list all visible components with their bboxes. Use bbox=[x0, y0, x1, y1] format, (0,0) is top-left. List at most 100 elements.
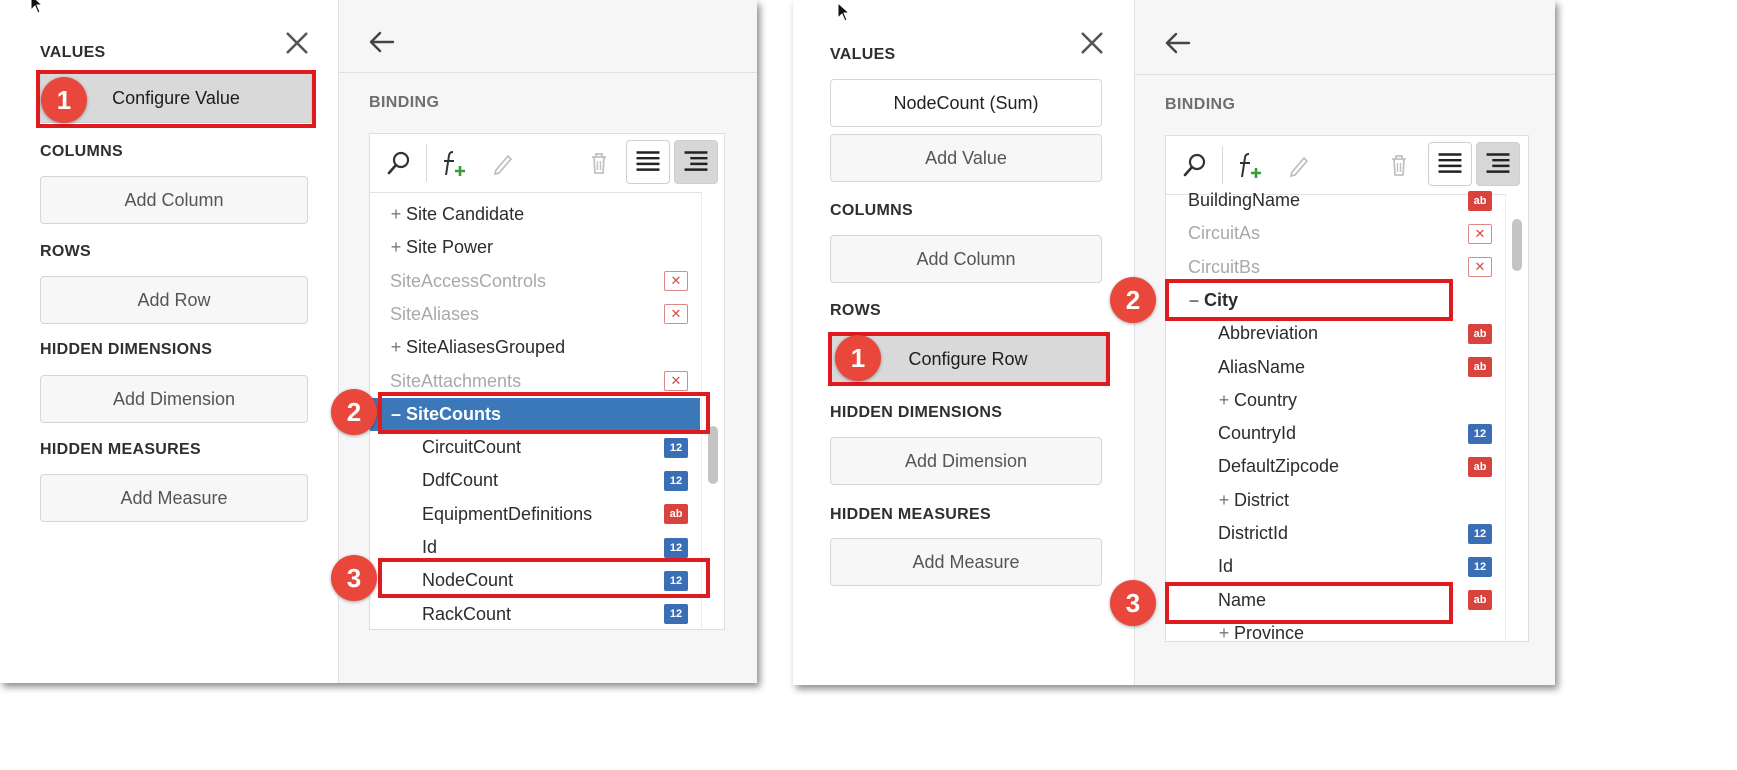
tree-view-toggle[interactable] bbox=[1476, 142, 1520, 186]
tree-item-country[interactable]: + Country bbox=[1166, 384, 1504, 417]
list-icon bbox=[1438, 153, 1462, 173]
hidden-measures-label: HIDDEN MEASURES bbox=[40, 441, 201, 458]
tree-item-abbreviation[interactable]: Abbreviation ab bbox=[1166, 317, 1504, 350]
edit-pencil-icon[interactable] bbox=[1284, 150, 1314, 180]
unavailable-type-icon: ✕ bbox=[664, 271, 688, 292]
add-measure-button[interactable]: Add Measure bbox=[830, 538, 1102, 586]
add-column-button[interactable]: Add Column bbox=[40, 176, 308, 224]
tree-item-defaultzipcode[interactable]: DefaultZipcode ab bbox=[1166, 450, 1504, 483]
tree-item-countryid[interactable]: CountryId 12 bbox=[1166, 417, 1504, 450]
tree-item-label: District bbox=[1234, 489, 1289, 510]
tree-item-id[interactable]: Id 12 bbox=[370, 531, 700, 564]
expand-plus-icon[interactable]: + bbox=[388, 237, 404, 258]
string-type-icon: ab bbox=[1468, 357, 1492, 377]
step-badge-2: 2 bbox=[1110, 277, 1156, 323]
binding-label: BINDING bbox=[369, 94, 440, 111]
rows-label: ROWS bbox=[830, 302, 881, 319]
trash-icon[interactable] bbox=[1384, 150, 1414, 180]
tree-item-label: SiteAccessControls bbox=[390, 270, 547, 291]
tree-item-name[interactable]: Name ab bbox=[1166, 584, 1504, 617]
expand-plus-icon[interactable]: + bbox=[1216, 623, 1232, 641]
tree-item-site-power[interactable]: + Site Power bbox=[370, 231, 700, 264]
binding-topbar bbox=[339, 0, 757, 73]
tree-item-buildingname[interactable]: BuildingName ab bbox=[1166, 184, 1504, 217]
add-measure-button[interactable]: Add Measure bbox=[40, 474, 308, 522]
trash-icon[interactable] bbox=[584, 148, 614, 178]
tree-item-label: RackCount bbox=[422, 603, 512, 624]
tree-item-label: BuildingName bbox=[1188, 190, 1301, 210]
tree-item-nodecount[interactable]: NodeCount 12 bbox=[370, 564, 700, 597]
tree-item-sitecounts[interactable]: – SiteCounts bbox=[370, 397, 700, 431]
numeric-type-icon: 12 bbox=[664, 470, 688, 491]
expand-plus-icon[interactable]: + bbox=[1216, 490, 1232, 511]
tree-item-district[interactable]: + District bbox=[1166, 484, 1504, 517]
add-function-icon[interactable] bbox=[1236, 150, 1266, 180]
pivot-config-panel: VALUES NodeCount (Sum) Add Value COLUMNS… bbox=[793, 0, 1134, 685]
edit-pencil-icon[interactable] bbox=[488, 148, 518, 178]
field-tree: + Site Candidate + Site Power SiteAccessCont… bbox=[369, 133, 725, 630]
unavailable-type-icon: ✕ bbox=[664, 304, 688, 325]
back-arrow-icon[interactable] bbox=[367, 30, 395, 54]
tree-item-equipmentdefinitions[interactable]: EquipmentDefinitions ab bbox=[370, 498, 700, 531]
tree-item-label: SiteAliasesGrouped bbox=[406, 337, 566, 358]
add-row-button[interactable]: Add Row bbox=[40, 276, 308, 324]
tree-item-circuitas[interactable]: CircuitAs ✕ bbox=[1166, 217, 1504, 250]
step-badge-1: 1 bbox=[41, 77, 87, 123]
tree-item-circuitcount[interactable]: CircuitCount 12 bbox=[370, 431, 700, 464]
value-item-nodecount[interactable]: NodeCount (Sum) bbox=[830, 79, 1102, 127]
numeric-type-icon: 12 bbox=[664, 604, 688, 625]
tree-item-label: EquipmentDefinitions bbox=[422, 503, 593, 524]
binding-topbar bbox=[1135, 0, 1555, 75]
binding-label: BINDING bbox=[1165, 96, 1236, 113]
tree-item-site-candidate[interactable]: + Site Candidate bbox=[370, 198, 700, 231]
flat-list-toggle[interactable] bbox=[1428, 142, 1472, 186]
tree-item-districtid[interactable]: DistrictId 12 bbox=[1166, 517, 1504, 550]
tree-item-rackcount[interactable]: RackCount 12 bbox=[370, 598, 700, 629]
tree-scrollbar[interactable] bbox=[701, 192, 724, 629]
expand-plus-icon[interactable]: + bbox=[388, 337, 404, 358]
tree-item-aliasname[interactable]: AliasName ab bbox=[1166, 351, 1504, 384]
tree-item-label: CircuitAs bbox=[1188, 223, 1261, 244]
expand-plus-icon[interactable]: + bbox=[1216, 390, 1232, 411]
tree-item-sitealiases[interactable]: SiteAliases ✕ bbox=[370, 298, 700, 331]
tree-item-circuitbs[interactable]: CircuitBs ✕ bbox=[1166, 251, 1504, 284]
string-type-icon: ab bbox=[1468, 590, 1492, 611]
search-icon[interactable] bbox=[384, 148, 414, 178]
tree-item-label: Id bbox=[1218, 556, 1234, 577]
collapse-minus-icon[interactable]: – bbox=[1186, 290, 1202, 311]
scroll-thumb[interactable] bbox=[708, 426, 718, 484]
hidden-dimensions-label: HIDDEN DIMENSIONS bbox=[830, 404, 1003, 421]
flat-list-toggle[interactable] bbox=[626, 140, 670, 184]
tree-item-id[interactable]: Id 12 bbox=[1166, 550, 1504, 583]
add-function-icon[interactable] bbox=[440, 148, 470, 178]
hidden-measures-label: HIDDEN MEASURES bbox=[830, 506, 991, 523]
add-dimension-button[interactable]: Add Dimension bbox=[40, 375, 308, 423]
back-arrow-icon[interactable] bbox=[1163, 31, 1191, 55]
step-badge-3: 3 bbox=[331, 555, 377, 601]
tree-item-label: SiteAliases bbox=[390, 303, 480, 324]
tree-item-siteaccesscontrols[interactable]: SiteAccessControls ✕ bbox=[370, 265, 700, 298]
add-value-button[interactable]: Add Value bbox=[830, 134, 1102, 182]
tree-item-siteattachments[interactable]: SiteAttachments ✕ bbox=[370, 365, 700, 398]
tree-item-label: SiteAttachments bbox=[390, 370, 522, 391]
numeric-type-icon: 12 bbox=[664, 537, 688, 558]
tree-item-label: Name bbox=[1218, 589, 1267, 610]
expand-plus-icon[interactable]: + bbox=[388, 204, 404, 225]
close-icon[interactable] bbox=[284, 30, 310, 56]
tree-view-toggle[interactable] bbox=[674, 140, 718, 184]
close-icon[interactable] bbox=[1079, 30, 1105, 56]
collapse-minus-icon[interactable]: – bbox=[388, 404, 404, 425]
add-dimension-button[interactable]: Add Dimension bbox=[830, 437, 1102, 485]
numeric-type-icon: 12 bbox=[1468, 556, 1492, 577]
numeric-type-icon: 12 bbox=[664, 570, 688, 591]
scroll-thumb[interactable] bbox=[1512, 219, 1522, 271]
add-column-button[interactable]: Add Column bbox=[830, 235, 1102, 283]
search-icon[interactable] bbox=[1180, 150, 1210, 180]
tree-toolbar bbox=[370, 134, 724, 193]
tree-item-sitealiasesgrouped[interactable]: + SiteAliasesGrouped bbox=[370, 331, 700, 364]
tree-item-ddfcount[interactable]: DdfCount 12 bbox=[370, 464, 700, 497]
tree-item-province[interactable]: + Province bbox=[1166, 617, 1504, 641]
tree-item-city[interactable]: – City bbox=[1166, 284, 1504, 317]
pivot-config-panel: VALUES Configure Value 1 COLUMNS Add Col… bbox=[0, 0, 370, 683]
tree-scrollbar[interactable] bbox=[1505, 194, 1528, 641]
